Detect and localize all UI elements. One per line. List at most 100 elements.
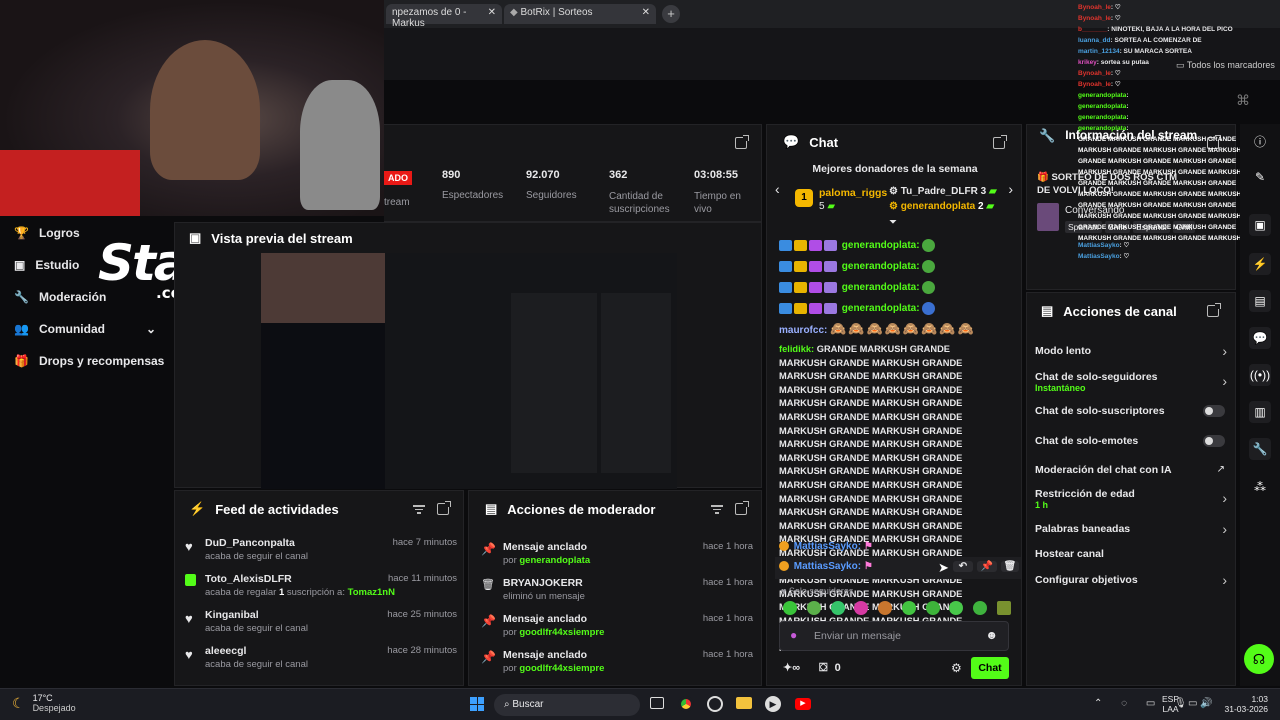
filter-icon[interactable] — [413, 503, 425, 516]
feed-target-user[interactable]: Tomaz1nN — [348, 587, 395, 598]
folder-icon[interactable] — [736, 697, 752, 709]
emote-icon[interactable] — [830, 601, 845, 615]
action-followers-only[interactable]: Chat de solo-seguidores Instantáneo › — [1035, 371, 1227, 393]
wrench-icon[interactable]: 🔧 — [1249, 438, 1271, 460]
obs-icon[interactable] — [707, 696, 723, 712]
chat-panel: 💬 Chat Mejores donadores de la semana ‹ … — [766, 124, 1022, 686]
new-tab-button[interactable]: + — [662, 5, 680, 23]
action-banned-words[interactable]: Palabras baneadas › — [1035, 521, 1227, 537]
youtube-icon[interactable]: ▶ — [795, 698, 811, 710]
channel-points[interactable]: ✦∞ ⛋ 0 — [783, 661, 841, 675]
subscribers-only-toggle[interactable] — [1203, 405, 1225, 417]
clock[interactable]: 1:03 31-03-2026 — [1220, 694, 1268, 714]
donor-name[interactable]: ⚙ generandoplata 2 ▰ — [889, 201, 994, 212]
emote-icon[interactable] — [854, 601, 869, 615]
chat-settings-icon[interactable]: ⚙ — [951, 661, 962, 675]
language-indicator[interactable]: ESP LAA — [1162, 694, 1179, 714]
bolt-icon[interactable]: ⚡ — [1249, 253, 1271, 275]
screen-icon[interactable]: ▣ — [1249, 214, 1271, 236]
info-icon[interactable]: ⓘ — [1249, 130, 1271, 152]
apps-icon[interactable]: ⁂ — [1249, 476, 1271, 498]
browser-tab[interactable]: ◆ BotRix | Sorteos ✕ — [504, 4, 656, 24]
action-age-restriction[interactable]: Restricción de edad 1 h › — [1035, 488, 1227, 510]
sidebar-item-moderacion[interactable]: 🔧 Moderación — [14, 290, 106, 304]
close-icon[interactable]: ✕ — [488, 7, 496, 21]
modaction-time: hace 1 hora — [702, 541, 753, 552]
chat-message-hovered[interactable]: MattiasSayko: ⚑ ↶ 📌 🗑 — [775, 557, 1021, 579]
pin-icon[interactable]: 📌 — [977, 561, 997, 572]
donor-name[interactable]: ⚙ Tu_Padre_DLFR 3 ▰ — [889, 186, 997, 197]
chat-username[interactable]: generandoplata: — [842, 303, 920, 314]
broadcast-icon[interactable]: ((•)) — [1249, 364, 1271, 386]
popout-icon[interactable] — [735, 135, 749, 152]
emoji-icon[interactable]: ☻ — [985, 628, 998, 642]
sidebar-item-comunidad[interactable]: 👥 Comunidad ⌄ — [14, 322, 156, 336]
filter-icon[interactable] — [711, 503, 723, 516]
close-icon[interactable]: ✕ — [642, 7, 650, 21]
chat-send-button[interactable]: Chat — [971, 657, 1009, 679]
chat-username[interactable]: MattiasSayko: — [794, 561, 861, 572]
stat-item: 890 Espectadores — [442, 169, 512, 201]
tray-icons[interactable]: ⌃ ◌ ▭ 🎙 — [1094, 698, 1195, 709]
pinned-expand-icon[interactable]: ⏷ — [889, 217, 897, 228]
moon-icon: ☾ — [12, 694, 25, 711]
chevron-left-icon[interactable]: ‹ — [775, 181, 780, 197]
network-volume-icons[interactable]: ▭ 🔊 — [1188, 698, 1213, 709]
popout-icon[interactable] — [1207, 303, 1221, 320]
emote-icon[interactable] — [925, 601, 940, 615]
chat-username[interactable]: maurofcc: — [779, 325, 827, 336]
popout-icon[interactable] — [437, 501, 451, 518]
chat-username[interactable]: MattiasSayko: — [794, 541, 861, 552]
modaction-time: hace 1 hora — [702, 613, 753, 624]
sidebar-item-drops[interactable]: 🎁 Drops y recompensas — [14, 354, 164, 368]
reply-icon[interactable]: ↶ — [953, 561, 973, 572]
sidebar-item-estudio[interactable]: ▣ Estudio — [14, 258, 79, 272]
stream-preview-video[interactable] — [261, 253, 677, 489]
chat-username[interactable]: felidikk: — [779, 344, 814, 354]
support-button[interactable]: ☊ — [1244, 644, 1274, 674]
delete-icon[interactable]: 🗑 — [1001, 561, 1019, 572]
browser-tab[interactable]: npezamos de 0 - Markus ✕ — [386, 4, 502, 29]
popout-icon[interactable] — [735, 501, 749, 518]
action-host-channel[interactable]: Hostear canal — [1035, 548, 1227, 560]
action-ai-moderation[interactable]: Moderación del chat con IA ↗ — [1035, 464, 1227, 476]
popout-icon[interactable] — [993, 135, 1007, 152]
chat-input[interactable]: ● Enviar un mensaje ☻ — [779, 621, 1009, 651]
start-button[interactable] — [470, 697, 484, 711]
sub-badge — [824, 282, 837, 293]
category-thumbnail[interactable] — [1037, 203, 1059, 231]
media-player-icon[interactable]: ▶ — [765, 696, 781, 712]
layout-icon[interactable]: ▥ — [1249, 401, 1271, 423]
action-slow-mode[interactable]: Modo lento › — [1035, 343, 1227, 359]
chrome-icon[interactable] — [678, 696, 694, 712]
sidebar-item-logros[interactable]: 🏆 Logros — [14, 226, 80, 240]
emote-icon[interactable] — [996, 601, 1011, 615]
emote-icon[interactable] — [878, 601, 893, 615]
monkey-emotes: 🙈🙈🙈🙈🙈🙈🙈🙈 — [830, 321, 976, 336]
document-icon[interactable]: ▤ — [1249, 290, 1271, 312]
modaction-by: por — [503, 627, 520, 638]
modaction-user[interactable]: generandoplata — [519, 555, 590, 566]
chat-username[interactable]: generandoplata: — [842, 261, 920, 272]
emote-icon[interactable] — [901, 601, 916, 615]
chat-username[interactable]: generandoplata: — [842, 282, 920, 293]
emote-icon[interactable] — [806, 601, 821, 615]
taskbar-search[interactable]: ⌕ Buscar — [494, 694, 640, 716]
sidebar-item-label: Comunidad — [38, 322, 105, 336]
emote-icon[interactable] — [949, 601, 964, 615]
taskview-icon[interactable] — [650, 697, 664, 709]
emote-icon[interactable] — [973, 601, 988, 615]
emote-icon[interactable] — [783, 601, 797, 615]
weather-widget[interactable]: ☾ 17°C Despejado — [12, 693, 76, 713]
donor-name[interactable]: paloma_riggs — [819, 187, 887, 199]
chat-username[interactable]: generandoplata: — [842, 240, 920, 251]
modaction-user[interactable]: goodlfr44xsiempre — [519, 663, 604, 674]
edit-icon[interactable]: ✎ — [1249, 166, 1271, 188]
modaction-user[interactable]: goodlfr44xsiempre — [519, 627, 604, 638]
emotes-only-toggle[interactable] — [1203, 435, 1225, 447]
chat-icon[interactable]: 💬 — [1249, 327, 1271, 349]
gift-icon: ⛋ — [819, 662, 828, 674]
overlay-chat-line: generandoplata: — [1078, 112, 1248, 123]
action-configure-goals[interactable]: Configurar objetivos › — [1035, 572, 1227, 588]
chevron-right-icon[interactable]: › — [1008, 181, 1013, 197]
